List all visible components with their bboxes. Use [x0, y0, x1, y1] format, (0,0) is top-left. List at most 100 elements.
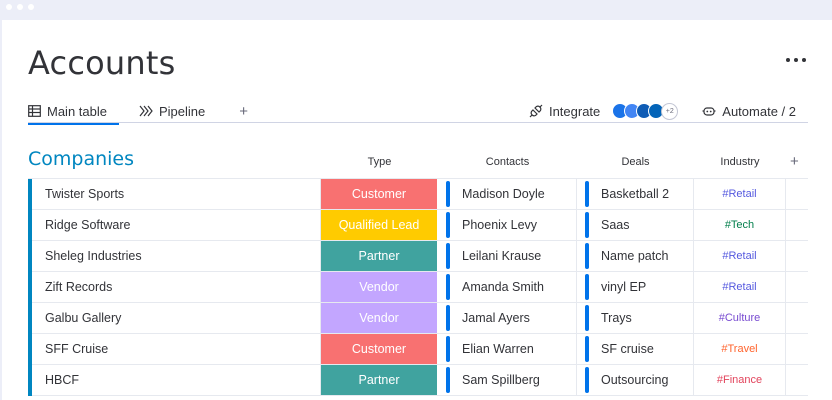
empty-cell[interactable] [786, 179, 808, 209]
company-name-cell[interactable]: Twister Sports [28, 179, 321, 209]
contact-cell[interactable]: Sam Spillberg [438, 365, 577, 395]
empty-cell[interactable] [786, 210, 808, 240]
deal-cell[interactable]: SF cruise [577, 334, 694, 364]
company-name: Twister Sports [45, 187, 125, 201]
empty-cell[interactable] [786, 334, 808, 364]
column-header-type[interactable]: Type [321, 156, 438, 168]
companies-table: Twister Sports Customer Madison Doyle Baske… [28, 178, 808, 396]
company-name-cell[interactable]: Zift Records [28, 272, 321, 302]
table-row[interactable]: SFF Cruise Customer Elian Warren SF cruise #… [28, 334, 808, 365]
contact-name: Madison Doyle [462, 187, 545, 201]
company-name-cell[interactable]: Galbu Gallery [28, 303, 321, 333]
company-name: Sheleg Industries [45, 249, 142, 263]
type-label: Vendor [359, 280, 399, 294]
table-row[interactable]: Galbu Gallery Vendor Jamal Ayers Trays #Cult… [28, 303, 808, 334]
more-options-icon[interactable] [786, 58, 806, 62]
empty-cell[interactable] [786, 272, 808, 302]
type-status-cell[interactable]: Partner [321, 241, 438, 271]
contact-link-marker [446, 181, 450, 207]
deal-cell[interactable]: Saas [577, 210, 694, 240]
industry-cell[interactable]: #Retail [694, 241, 786, 271]
tab-main-table[interactable]: Main table [28, 104, 119, 125]
deal-name: Outsourcing [601, 373, 669, 387]
industry-tag: #Travel [721, 343, 758, 355]
contact-cell[interactable]: Leilani Krause [438, 241, 577, 271]
deal-cell[interactable]: Outsourcing [577, 365, 694, 395]
type-status-cell[interactable]: Customer [321, 334, 438, 364]
table-row[interactable]: Ridge Software Qualified Lead Phoenix Levy… [28, 210, 808, 241]
column-header-deals[interactable]: Deals [577, 156, 694, 168]
add-column-button[interactable]: + [790, 153, 799, 170]
contact-cell[interactable]: Phoenix Levy [438, 210, 577, 240]
industry-cell[interactable]: #Travel [694, 334, 786, 364]
contact-name: Jamal Ayers [462, 311, 530, 325]
industry-tag: #Culture [718, 312, 761, 324]
contact-name: Phoenix Levy [462, 218, 538, 232]
deal-link-marker [585, 212, 589, 238]
type-label: Partner [358, 249, 400, 263]
table-row[interactable]: Zift Records Vendor Amanda Smith vinyl EP #R… [28, 272, 808, 303]
industry-tag: #Retail [722, 250, 757, 262]
contact-name: Leilani Krause [462, 249, 542, 263]
industry-cell[interactable]: #Culture [694, 303, 786, 333]
column-header-contacts[interactable]: Contacts [438, 156, 577, 168]
type-status-cell[interactable]: Vendor [321, 272, 438, 302]
add-view-button[interactable]: + [239, 103, 248, 120]
company-name-cell[interactable]: SFF Cruise [28, 334, 321, 364]
deal-link-marker [585, 243, 589, 269]
type-status-cell[interactable]: Partner [321, 365, 438, 395]
board-page: Accounts Main table Pipeline + Integrate… [2, 20, 832, 400]
window-dots [6, 4, 34, 14]
tab-pipeline-label: Pipeline [158, 103, 206, 119]
view-tabs: Main table Pipeline + [28, 100, 248, 125]
company-name: Zift Records [45, 280, 113, 294]
contact-link-marker [446, 367, 450, 393]
empty-cell[interactable] [786, 241, 808, 271]
table-row[interactable]: Sheleg Industries Partner Leilani Krause Na… [28, 241, 808, 272]
deal-cell[interactable]: Name patch [577, 241, 694, 271]
empty-cell[interactable] [786, 303, 808, 333]
type-status-cell[interactable]: Customer [321, 179, 438, 209]
contact-cell[interactable]: Elian Warren [438, 334, 577, 364]
company-name-cell[interactable]: Ridge Software [28, 210, 321, 240]
deal-cell[interactable]: Basketball 2 [577, 179, 694, 209]
industry-tag: #Retail [722, 281, 757, 293]
type-label: Qualified Lead [338, 218, 420, 232]
contact-name: Elian Warren [462, 342, 534, 356]
deal-link-marker [585, 305, 589, 331]
deal-link-marker [585, 336, 589, 362]
contact-link-marker [446, 274, 450, 300]
deal-cell[interactable]: Trays [577, 303, 694, 333]
plug-icon [529, 104, 543, 118]
tab-pipeline[interactable]: Pipeline [139, 104, 205, 119]
automate-button[interactable]: Automate / 2 [702, 104, 796, 119]
board-toolbar: Integrate +2 Automate / 2 [529, 100, 796, 122]
type-label: Customer [351, 342, 407, 356]
table-row[interactable]: Twister Sports Customer Madison Doyle Baske… [28, 179, 808, 210]
deal-name: SF cruise [601, 342, 654, 356]
group-title[interactable]: Companies [28, 148, 134, 170]
industry-cell[interactable]: #Tech [694, 210, 786, 240]
contact-cell[interactable]: Madison Doyle [438, 179, 577, 209]
type-status-cell[interactable]: Vendor [321, 303, 438, 333]
deal-link-marker [585, 367, 589, 393]
type-label: Vendor [359, 311, 399, 325]
company-name-cell[interactable]: Sheleg Industries [28, 241, 321, 271]
company-name-cell[interactable]: HBCF [28, 365, 321, 395]
integration-apps[interactable]: +2 [612, 102, 679, 120]
industry-cell[interactable]: #Retail [694, 272, 786, 302]
contact-cell[interactable]: Amanda Smith [438, 272, 577, 302]
deal-name: Basketball 2 [601, 187, 670, 201]
type-label: Customer [351, 187, 407, 201]
integrate-button[interactable]: Integrate [529, 104, 600, 119]
contact-cell[interactable]: Jamal Ayers [438, 303, 577, 333]
deal-cell[interactable]: vinyl EP [577, 272, 694, 302]
industry-tag: #Retail [722, 188, 757, 200]
empty-cell[interactable] [786, 365, 808, 395]
table-row[interactable]: HBCF Partner Sam Spillberg Outsourcing #Fina… [28, 365, 808, 396]
column-header-industry[interactable]: Industry [694, 156, 786, 168]
industry-cell[interactable]: #Finance [694, 365, 786, 395]
type-status-cell[interactable]: Qualified Lead [321, 210, 438, 240]
industry-cell[interactable]: #Retail [694, 179, 786, 209]
deal-link-marker [585, 181, 589, 207]
